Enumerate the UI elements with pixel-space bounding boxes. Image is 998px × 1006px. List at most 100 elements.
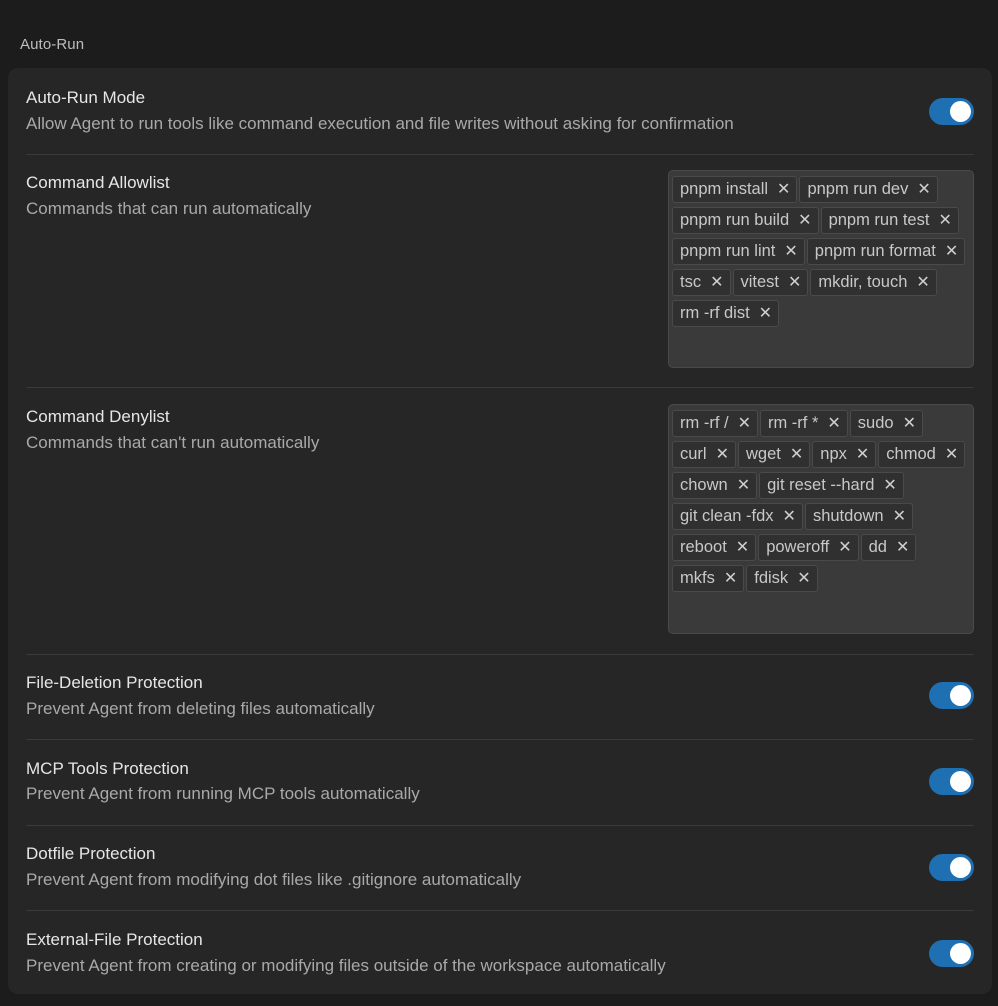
command-tag-label: pnpm install xyxy=(680,180,769,198)
close-icon[interactable]: ✕ xyxy=(783,508,796,525)
auto-run-mode-title: Auto-Run Mode xyxy=(26,88,146,107)
close-icon[interactable]: ✕ xyxy=(737,477,750,494)
file-deletion-protection-row: File-Deletion Protection Prevent Agent f… xyxy=(26,654,974,740)
close-icon[interactable]: ✕ xyxy=(738,415,751,432)
close-icon[interactable]: ✕ xyxy=(838,539,851,556)
command-tag: sudo ✕ xyxy=(849,410,923,437)
close-icon[interactable]: ✕ xyxy=(883,477,896,494)
command-tag: npx ✕ xyxy=(812,441,877,468)
command-tag: dd ✕ xyxy=(860,534,917,561)
command-tag: rm -rf dist ✕ xyxy=(672,300,780,327)
command-tag-label: pnpm run test xyxy=(828,211,930,229)
toggle-knob xyxy=(950,943,971,964)
command-denylist-description: Commands that can't run automatically xyxy=(26,433,320,452)
close-icon[interactable]: ✕ xyxy=(798,212,811,229)
close-icon[interactable]: ✕ xyxy=(788,274,801,291)
command-tag-label: shutdown xyxy=(812,507,884,525)
command-allowlist-title: Command Allowlist xyxy=(26,173,170,192)
close-icon[interactable]: ✕ xyxy=(724,570,737,587)
command-tag: reboot ✕ xyxy=(672,534,757,561)
close-icon[interactable]: ✕ xyxy=(710,274,723,291)
command-tag-label: rm -rf / xyxy=(680,414,729,432)
external-file-protection-row: External-File Protection Prevent Agent f… xyxy=(26,910,974,994)
close-icon[interactable]: ✕ xyxy=(716,446,729,463)
external-file-protection-title: External-File Protection xyxy=(26,930,203,949)
command-tag-label: sudo xyxy=(857,414,894,432)
command-tag-label: tsc xyxy=(680,273,702,291)
command-tag-label: chown xyxy=(680,476,728,494)
auto-run-mode-toggle[interactable] xyxy=(929,98,974,125)
close-icon[interactable]: ✕ xyxy=(945,243,958,260)
close-icon[interactable]: ✕ xyxy=(893,508,906,525)
dotfile-protection-title: Dotfile Protection xyxy=(26,844,156,863)
close-icon[interactable]: ✕ xyxy=(777,181,790,198)
section-title: Auto-Run xyxy=(20,36,85,53)
command-tag-label: fdisk xyxy=(754,569,789,587)
file-deletion-protection-toggle[interactable] xyxy=(929,682,974,709)
command-tag: tsc ✕ xyxy=(672,269,731,296)
command-denylist-row: Command Denylist Commands that can't run… xyxy=(26,387,974,655)
close-icon[interactable]: ✕ xyxy=(903,415,916,432)
close-icon[interactable]: ✕ xyxy=(759,305,772,322)
command-tag: pnpm run build ✕ xyxy=(672,207,819,234)
close-icon[interactable]: ✕ xyxy=(856,446,869,463)
close-icon[interactable]: ✕ xyxy=(945,446,958,463)
command-tag: pnpm install ✕ xyxy=(672,176,798,203)
command-tag-label: reboot xyxy=(680,538,727,556)
command-tag: chmod ✕ xyxy=(878,441,966,468)
command-tag: mkdir, touch ✕ xyxy=(810,269,937,296)
command-tag-label: rm -rf * xyxy=(767,414,819,432)
command-allowlist-tags[interactable]: pnpm install ✕ pnpm run dev ✕ pnpm run build… xyxy=(668,170,974,368)
command-tag: pnpm run lint ✕ xyxy=(672,238,805,265)
toggle-knob xyxy=(950,771,971,792)
mcp-tools-protection-row: MCP Tools Protection Prevent Agent from … xyxy=(26,739,974,826)
close-icon[interactable]: ✕ xyxy=(790,446,803,463)
close-icon[interactable]: ✕ xyxy=(938,212,951,229)
toggle-knob xyxy=(950,685,971,706)
close-icon[interactable]: ✕ xyxy=(827,415,840,432)
command-tag-label: rm -rf dist xyxy=(680,304,750,322)
external-file-protection-toggle[interactable] xyxy=(929,940,974,967)
dotfile-protection-toggle[interactable] xyxy=(929,854,974,881)
auto-run-settings-card: Auto-Run Mode Allow Agent to run tools l… xyxy=(8,68,992,994)
external-file-protection-description: Prevent Agent from creating or modifying… xyxy=(26,956,666,975)
file-deletion-protection-description: Prevent Agent from deleting files automa… xyxy=(26,699,375,718)
command-tag-label: pnpm run build xyxy=(680,211,790,229)
auto-run-mode-row: Auto-Run Mode Allow Agent to run tools l… xyxy=(26,68,974,155)
command-denylist-tags[interactable]: rm -rf / ✕ rm -rf * ✕ sudo ✕ curl ✕ wget ✕ npx ✕ chm… xyxy=(668,404,974,634)
command-tag-label: pnpm run dev xyxy=(807,180,909,198)
close-icon[interactable]: ✕ xyxy=(917,181,930,198)
close-icon[interactable]: ✕ xyxy=(736,539,749,556)
command-tag: rm -rf * ✕ xyxy=(759,410,848,437)
command-tag: pnpm run format ✕ xyxy=(806,238,966,265)
command-denylist-title: Command Denylist xyxy=(26,407,170,426)
command-tag-label: chmod xyxy=(886,445,936,463)
toggle-knob xyxy=(950,101,971,122)
command-tag: fdisk ✕ xyxy=(746,565,818,592)
auto-run-mode-description: Allow Agent to run tools like command ex… xyxy=(26,114,734,133)
command-tag: git reset --hard ✕ xyxy=(759,472,904,499)
command-tag-label: mkfs xyxy=(680,569,715,587)
command-tag-label: dd xyxy=(868,538,887,556)
command-tag-label: git reset --hard xyxy=(767,476,875,494)
command-tag: pnpm run test ✕ xyxy=(820,207,959,234)
command-tag: mkfs ✕ xyxy=(672,565,745,592)
close-icon[interactable]: ✕ xyxy=(916,274,929,291)
toggle-knob xyxy=(950,857,971,878)
dotfile-protection-description: Prevent Agent from modifying dot files l… xyxy=(26,870,522,889)
command-tag: vitest ✕ xyxy=(732,269,809,296)
mcp-tools-protection-toggle[interactable] xyxy=(929,768,974,795)
close-icon[interactable]: ✕ xyxy=(797,570,810,587)
command-tag: git clean -fdx ✕ xyxy=(672,503,803,530)
close-icon[interactable]: ✕ xyxy=(896,539,909,556)
mcp-tools-protection-title: MCP Tools Protection xyxy=(26,759,189,778)
command-tag-label: pnpm run lint xyxy=(680,242,776,260)
command-tag-label: poweroff xyxy=(766,538,830,556)
command-tag-label: curl xyxy=(680,445,707,463)
mcp-tools-protection-description: Prevent Agent from running MCP tools aut… xyxy=(26,784,420,803)
close-icon[interactable]: ✕ xyxy=(784,243,797,260)
command-tag-label: mkdir, touch xyxy=(818,273,908,291)
command-tag: curl ✕ xyxy=(672,441,736,468)
command-tag-label: wget xyxy=(746,445,781,463)
command-allowlist-description: Commands that can run automatically xyxy=(26,199,312,218)
